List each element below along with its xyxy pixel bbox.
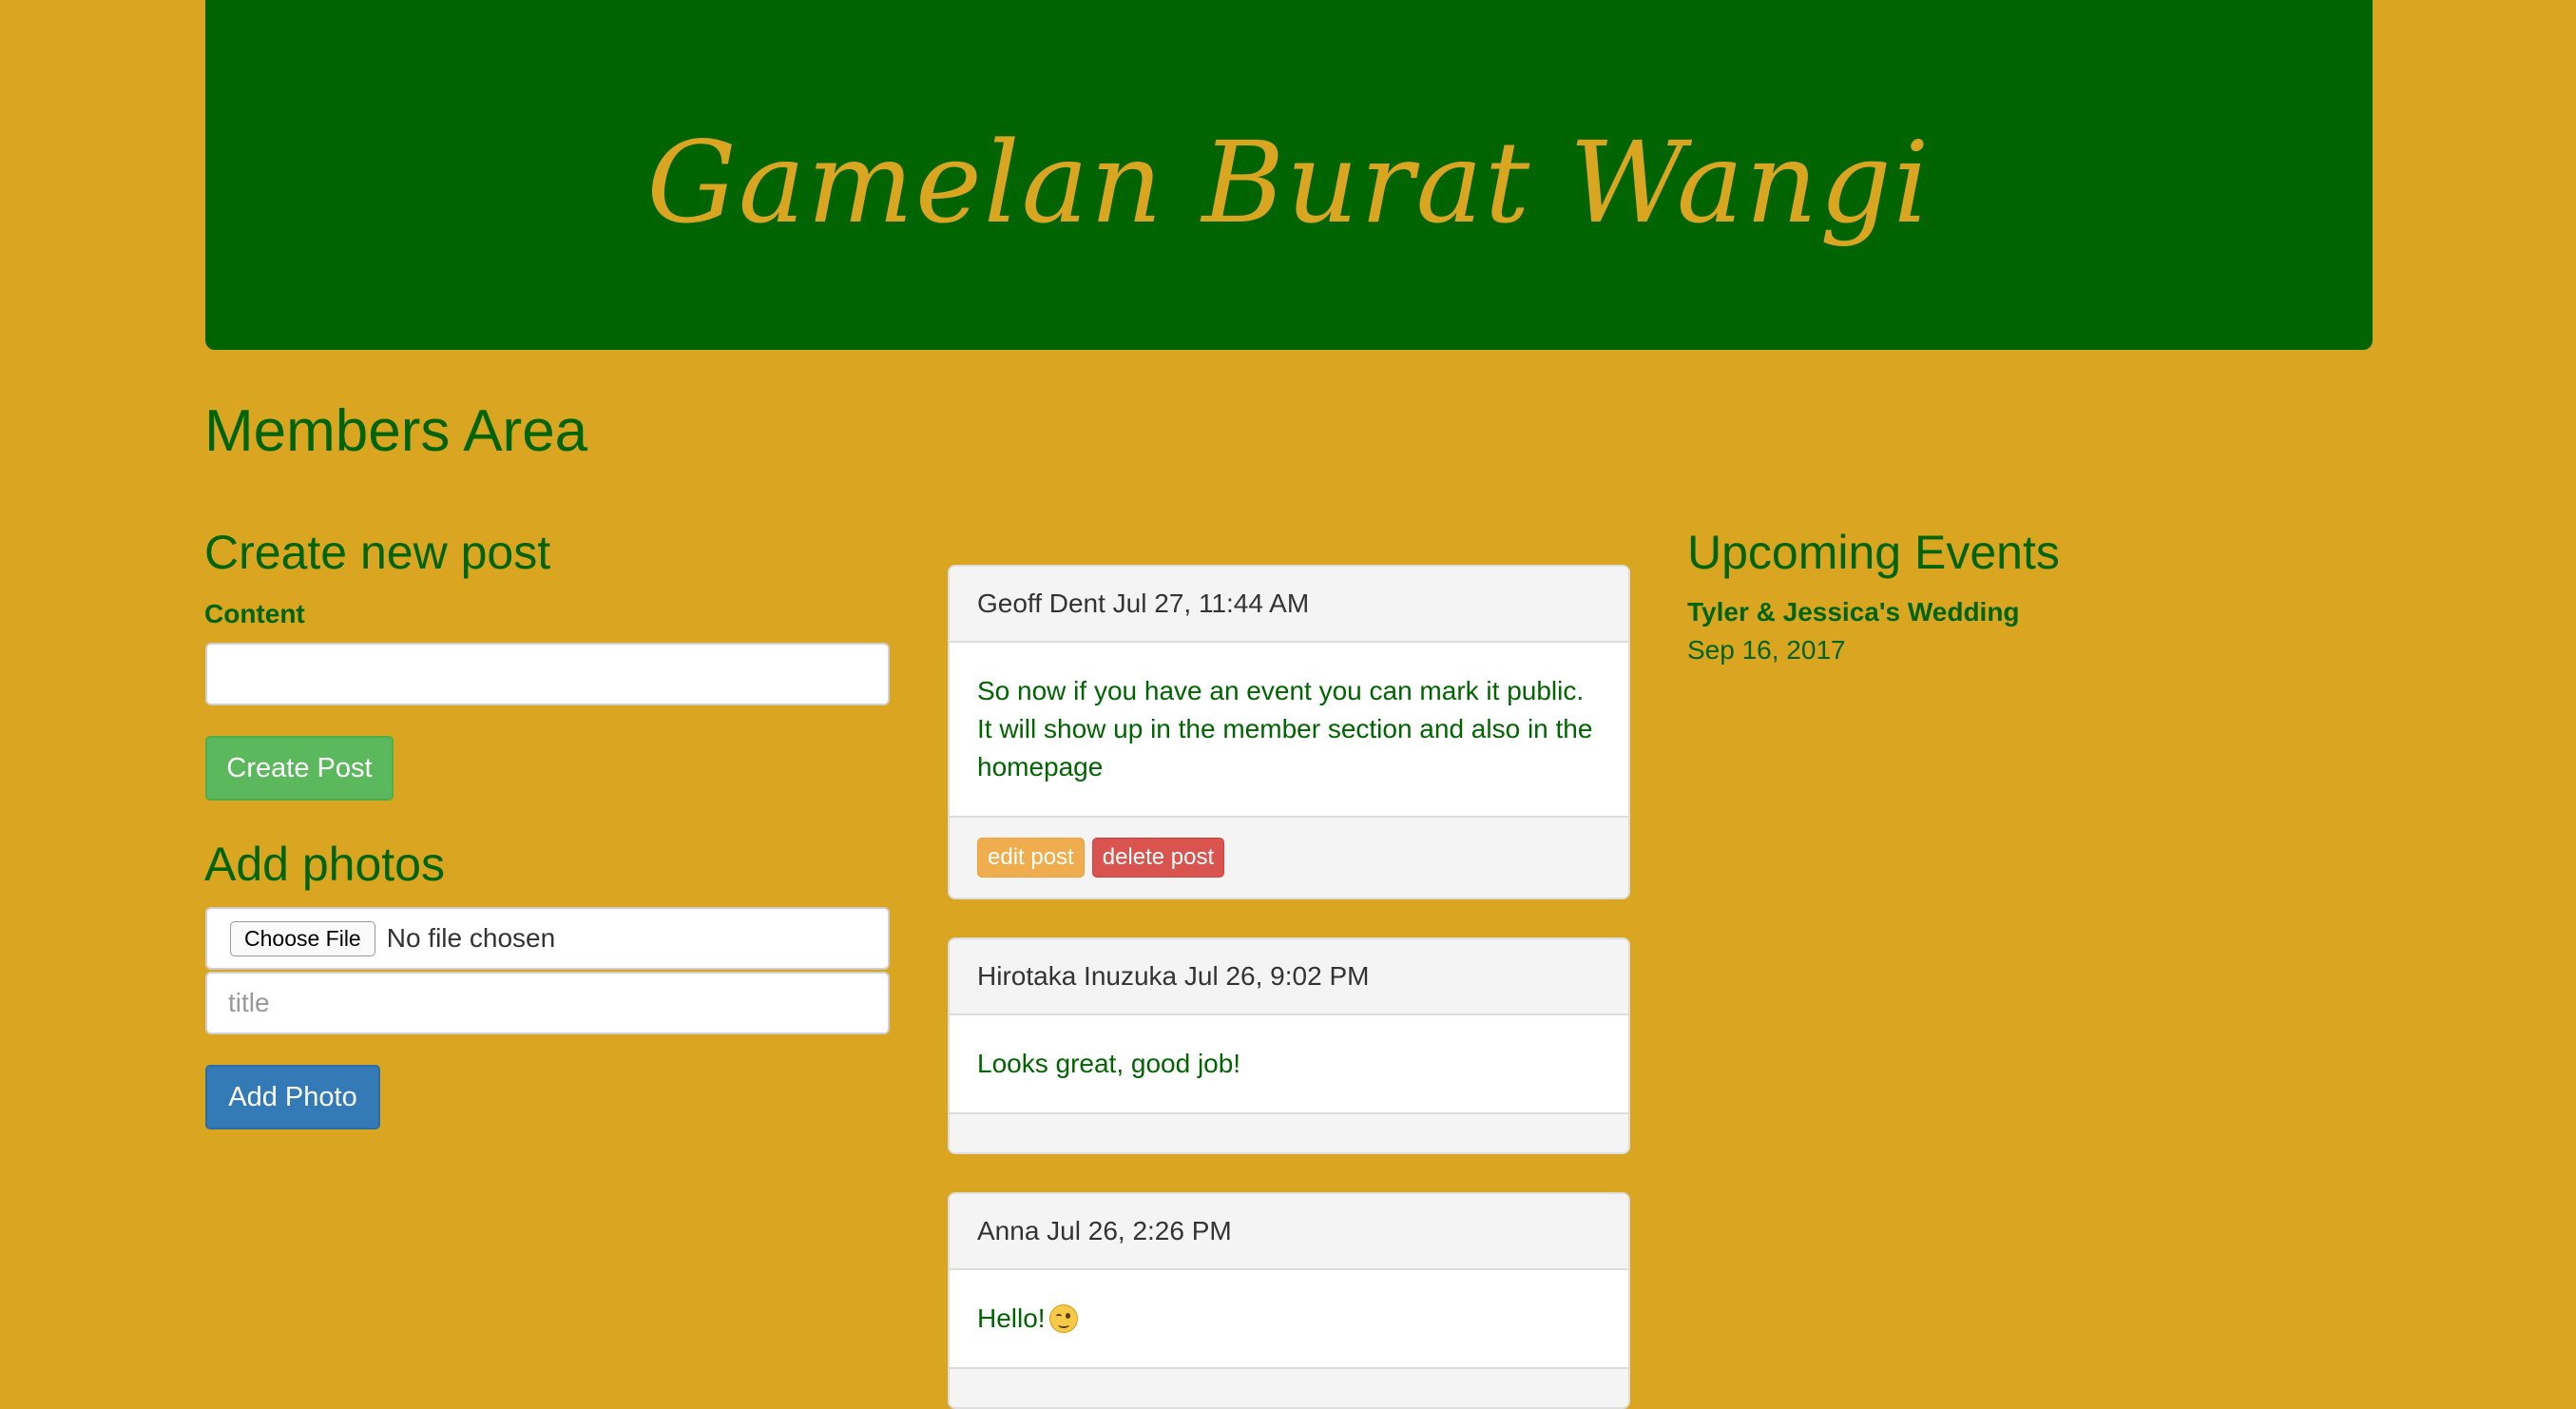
file-input[interactable]: Choose File No file chosen [205,907,890,970]
post-header: Geoff Dent Jul 27, 11:44 AM [950,567,1628,643]
add-photos-heading: Add photos [204,838,445,891]
file-status: No file chosen [386,923,556,953]
event-name[interactable]: Tyler & Jessica's Wedding [1687,597,2020,627]
post-header: Hirotaka Inuzuka Jul 26, 9:02 PM [950,939,1628,1015]
event-date: Sep 16, 2017 [1687,635,1846,665]
create-post-button[interactable]: Create Post [205,736,394,801]
post-card: Geoff Dent Jul 27, 11:44 AM So now if yo… [948,565,1630,899]
winking-face-icon [1048,1304,1078,1333]
edit-post-button[interactable]: edit post [977,838,1085,878]
upcoming-events-heading: Upcoming Events [1687,526,2060,579]
photo-title-input[interactable] [205,972,890,1034]
choose-file-button[interactable]: Choose File [230,920,375,956]
site-banner: Gamelan Burat Wangi [205,0,2373,350]
post-card: Hirotaka Inuzuka Jul 26, 9:02 PM Looks g… [948,937,1630,1154]
site-title: Gamelan Burat Wangi [646,117,1932,248]
post-body: Hello! [950,1270,1628,1367]
post-footer [950,1112,1628,1152]
create-post-heading: Create new post [204,526,551,579]
post-card: Anna Jul 26, 2:26 PM Hello! [948,1192,1630,1409]
post-header: Anna Jul 26, 2:26 PM [950,1194,1628,1270]
post-footer [950,1367,1628,1407]
content-input[interactable] [205,643,890,705]
post-body: So now if you have an event you can mark… [977,676,1593,782]
page-title: Members Area [204,398,588,464]
post-body-text: Hello! [977,1303,1046,1333]
post-body: Looks great, good job! [977,1049,1241,1078]
delete-post-button[interactable]: delete post [1091,838,1225,878]
add-photo-button[interactable]: Add Photo [205,1065,380,1129]
content-label: Content [204,599,305,628]
post-footer: edit post delete post [950,816,1628,898]
